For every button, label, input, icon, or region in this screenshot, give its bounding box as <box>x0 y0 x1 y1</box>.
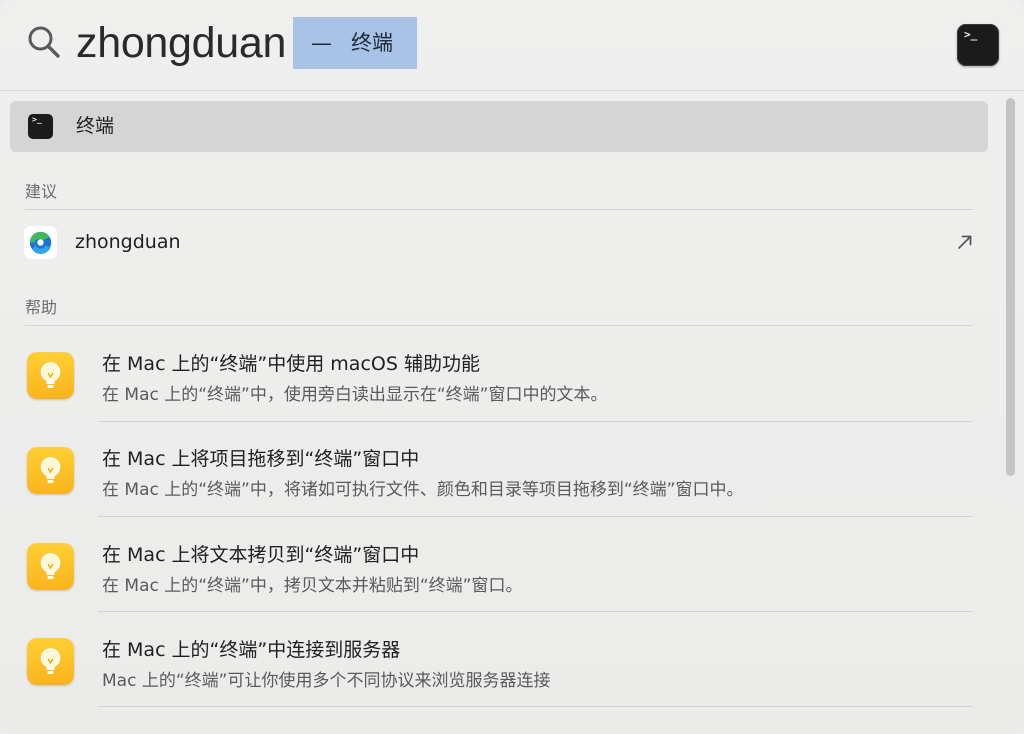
divider <box>98 421 973 422</box>
help-item-subtitle: 在 Mac 上的“终端”中，将诸如可执行文件、颜色和目录等项目拖移到“终端”窗口… <box>102 480 744 500</box>
section-header-help: 帮助 <box>25 298 58 317</box>
lightbulb-icon <box>40 457 61 483</box>
lightbulb-icon <box>40 648 61 674</box>
autocomplete-suggestion[interactable]: — 终端 <box>293 17 417 69</box>
help-item-title: 在 Mac 上的“终端”中使用 macOS 辅助功能 <box>102 353 480 375</box>
search-icon <box>28 26 60 58</box>
terminal-icon: >_ <box>28 114 53 139</box>
help-item-title: 在 Mac 上将项目拖移到“终端”窗口中 <box>102 448 420 470</box>
terminal-app-icon[interactable]: >_ <box>957 24 999 66</box>
suggestion-label: zhongduan <box>75 231 181 253</box>
section-header-suggestions: 建议 <box>25 182 58 201</box>
divider <box>98 706 973 707</box>
divider <box>25 325 973 326</box>
open-arrow-icon[interactable] <box>956 233 974 251</box>
tips-icon <box>27 543 74 590</box>
search-bar[interactable]: zhongduan — 终端 >_ <box>0 0 1024 91</box>
lightbulb-icon <box>40 362 61 388</box>
tips-icon <box>27 447 74 494</box>
results-list: >_ 终端 建议 zhongduan 帮助 在 Mac 上的“终端”中使用 ma… <box>0 90 1024 734</box>
tips-icon <box>27 352 74 399</box>
edge-browser-icon <box>24 226 57 259</box>
search-input[interactable]: zhongduan <box>76 16 286 70</box>
top-hit-label: 终端 <box>76 115 115 137</box>
help-item-title: 在 Mac 上将文本拷贝到“终端”窗口中 <box>102 544 420 566</box>
divider <box>98 516 973 517</box>
terminal-prompt-glyph: >_ <box>32 115 42 124</box>
terminal-prompt-glyph: >_ <box>964 28 978 41</box>
completion-text: 终端 <box>351 31 393 55</box>
suggestion-item-zhongduan[interactable]: zhongduan <box>0 217 1000 267</box>
top-hit-terminal[interactable]: >_ 终端 <box>10 101 988 152</box>
completion-dash: — <box>311 31 332 55</box>
spotlight-panel: zhongduan — 终端 >_ >_ 终端 建议 zhongduan 帮助 … <box>0 0 1024 734</box>
help-item-title: 在 Mac 上的“终端”中连接到服务器 <box>102 639 401 661</box>
divider <box>25 209 973 210</box>
tips-icon <box>27 638 74 685</box>
divider <box>98 611 973 612</box>
help-item-subtitle: Mac 上的“终端”可让你使用多个不同协议来浏览服务器连接 <box>102 671 551 691</box>
help-item-subtitle: 在 Mac 上的“终端”中，拷贝文本并粘贴到“终端”窗口。 <box>102 576 523 596</box>
scrollbar-thumb[interactable] <box>1006 98 1015 476</box>
lightbulb-icon <box>40 553 61 579</box>
help-item-subtitle: 在 Mac 上的“终端”中，使用旁白读出显示在“终端”窗口中的文本。 <box>102 385 608 405</box>
